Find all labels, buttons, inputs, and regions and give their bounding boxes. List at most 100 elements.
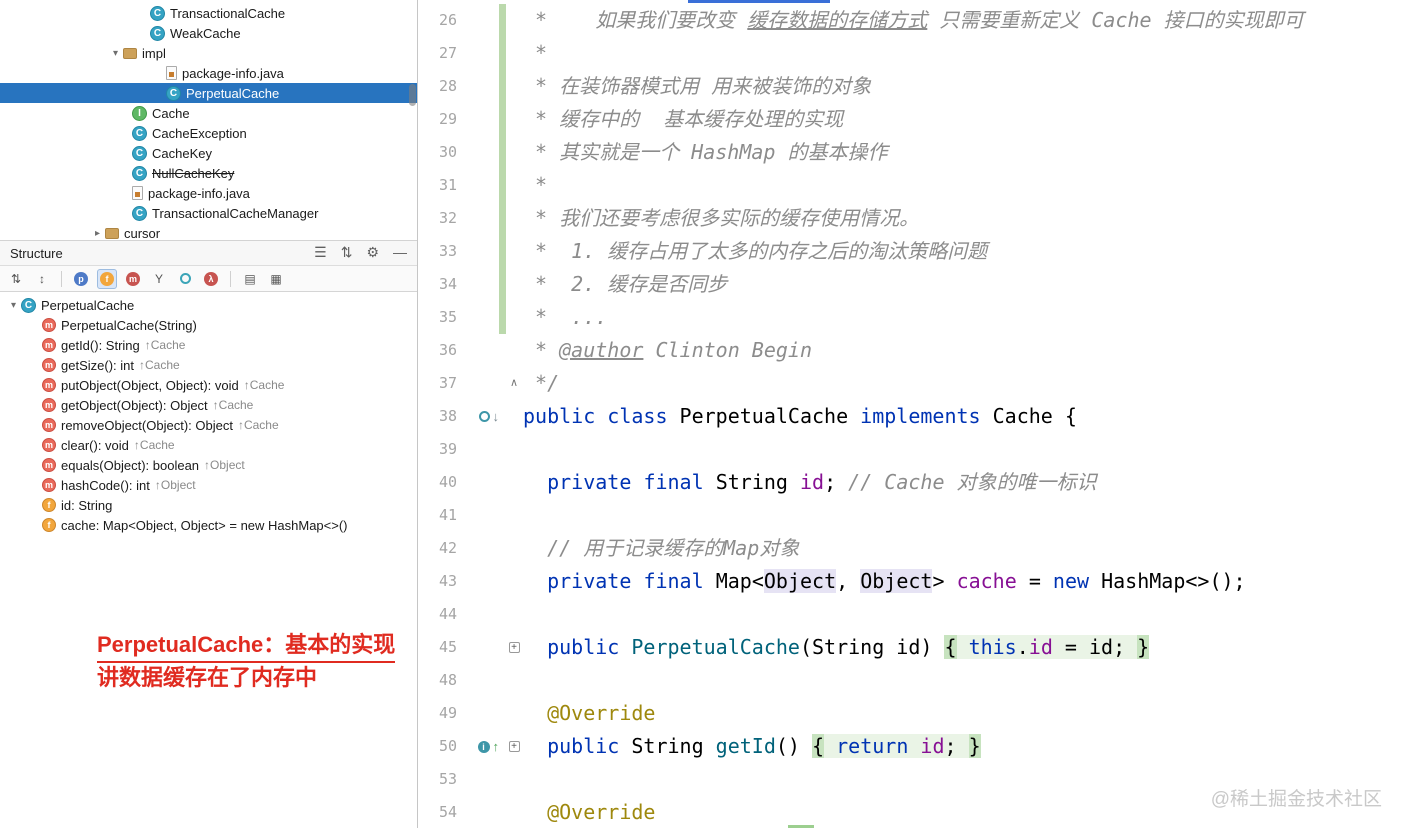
structure-item-putobject-object-object-void[interactable]: m putObject(Object, Object): void ↑Cache: [0, 375, 417, 395]
code-text[interactable]: private final Map<Object, Object> cache …: [521, 565, 1246, 598]
code-text[interactable]: [521, 598, 523, 631]
tree-item-transactionalcache[interactable]: C TransactionalCache: [0, 3, 417, 23]
code-text[interactable]: *: [521, 169, 547, 202]
tree-item-cacheexception[interactable]: C CacheException: [0, 123, 417, 143]
structure-item-equals-object-boolean[interactable]: m equals(Object): boolean ↑Object: [0, 455, 417, 475]
structure-item-id-string[interactable]: f id: String: [0, 495, 417, 515]
structure-item-getid-string[interactable]: m getId(): String ↑Cache: [0, 335, 417, 355]
code-text[interactable]: * 其实就是一个 HashMap 的基本操作: [521, 136, 887, 169]
code-text[interactable]: [521, 763, 523, 796]
line-number: 54: [438, 803, 457, 821]
change-marker: [499, 730, 506, 763]
token: >: [932, 569, 957, 593]
code-text[interactable]: private final String id; // Cache 对象的唯一标…: [521, 466, 1096, 499]
code-line-30: 30 * 其实就是一个 HashMap 的基本操作: [419, 136, 1404, 169]
show-inherited-icon[interactable]: [175, 269, 195, 289]
code-editor[interactable]: 26 * 如果我们要改变 缓存数据的存储方式 只需要重新定义 Cache 接口的…: [419, 0, 1404, 828]
code-text[interactable]: *: [521, 37, 547, 70]
structure-item-cache-map-object-object-new-hashmap[interactable]: f cache: Map<Object, Object> = new HashMa…: [0, 515, 417, 535]
gutter-icons: [461, 202, 499, 235]
tree-item-package-info-java[interactable]: package-info.java: [0, 63, 417, 83]
code-text[interactable]: * 1. 缓存占用了太多的内存之后的淘汰策略问题: [521, 235, 987, 268]
structure-item-removeobject-object-object[interactable]: m removeObject(Object): Object ↑Cache: [0, 415, 417, 435]
structure-item-perpetualcache[interactable]: ▾ C PerpetualCache: [0, 295, 417, 315]
code-text[interactable]: [521, 433, 523, 466]
tree-item-cachekey[interactable]: C CacheKey: [0, 143, 417, 163]
fold-end-icon[interactable]: ∧: [510, 377, 518, 389]
chevron-down-icon[interactable]: ▾: [6, 300, 21, 311]
line-number: 30: [438, 143, 457, 161]
tree-item-transactionalcachemanager[interactable]: C TransactionalCacheManager: [0, 203, 417, 223]
fold-expand-icon[interactable]: +: [508, 642, 520, 653]
settings-gear-icon[interactable]: ⚙: [366, 244, 379, 260]
show-fields-icon[interactable]: f: [97, 268, 117, 289]
view-options-icon[interactable]: ☰: [314, 244, 327, 260]
project-tree-scrollbar[interactable]: [409, 84, 416, 106]
gutter-icons: [461, 301, 499, 334]
inherited-from-label: ↑Cache: [133, 438, 175, 452]
code-text[interactable]: public PerpetualCache(String id) { this.…: [521, 631, 1150, 664]
token: *: [523, 41, 548, 65]
chevron-down-icon[interactable]: ▾: [108, 48, 123, 59]
code-text[interactable]: [521, 499, 523, 532]
change-marker: [499, 499, 506, 532]
tree-item-impl[interactable]: ▾ impl: [0, 43, 417, 63]
token: HashMap<>();: [1089, 569, 1246, 593]
show-lambdas-icon[interactable]: λ: [201, 269, 221, 289]
code-text[interactable]: public String getId() { return id; }: [521, 730, 981, 763]
line-number: 37: [438, 374, 457, 392]
code-text[interactable]: @Override: [521, 697, 655, 730]
implemented-marker-icon[interactable]: [478, 411, 490, 422]
change-marker: [499, 400, 506, 433]
fold-expand-icon[interactable]: +: [508, 741, 520, 752]
sort-icon[interactable]: ⇅: [341, 244, 353, 260]
method-icon: m: [42, 318, 56, 332]
group-by-type-icon[interactable]: ▦: [266, 269, 286, 289]
gutter-icons: [461, 433, 499, 466]
code-text[interactable]: * 2. 缓存是否同步: [521, 268, 727, 301]
chevron-right-icon[interactable]: ▸: [90, 228, 105, 239]
code-text[interactable]: public class PerpetualCache implements C…: [521, 400, 1077, 433]
tree-item-nullcachekey[interactable]: C NullCacheKey: [0, 163, 417, 183]
tree-item-cache[interactable]: I Cache: [0, 103, 417, 123]
code-line-50: 50 i ↑ + public String getId() { return id;…: [419, 730, 1404, 763]
show-properties-icon[interactable]: p: [71, 269, 91, 289]
fold-zone: [507, 763, 521, 796]
code-text[interactable]: * 在装饰器模式用 用来被装饰的对象: [521, 70, 871, 103]
change-marker: [499, 4, 506, 37]
code-line-27: 27 *: [419, 37, 1404, 70]
filter-icon[interactable]: Y: [149, 269, 169, 289]
show-inherited-icon-glyph: [179, 273, 191, 284]
tree-item-cursor[interactable]: ▸ cursor: [0, 223, 417, 241]
code-text[interactable]: */: [521, 367, 559, 400]
code-text[interactable]: * 我们还要考虑很多实际的缓存使用情况。: [521, 202, 919, 235]
tree-item-package-info-java[interactable]: package-info.java: [0, 183, 417, 203]
sort-by-visibility-icon[interactable]: ↕: [32, 269, 52, 289]
structure-item-perpetualcache-string[interactable]: m PerpetualCache(String): [0, 315, 417, 335]
token: private: [547, 569, 632, 593]
info-marker-icon[interactable]: i: [477, 740, 490, 753]
code-text[interactable]: [521, 664, 523, 697]
code-text[interactable]: * @author Clinton Begin: [521, 334, 812, 367]
code-text[interactable]: * 缓存中的 基本缓存处理的实现: [521, 103, 843, 136]
show-non-public-icon[interactable]: m: [123, 269, 143, 289]
tree-item-label: impl: [142, 45, 166, 61]
structure-item-getobject-object-object[interactable]: m getObject(Object): Object ↑Cache: [0, 395, 417, 415]
code-text[interactable]: * ...: [521, 301, 607, 334]
structure-item-clear-void[interactable]: m clear(): void ↑Cache: [0, 435, 417, 455]
sort-alphabetically-icon[interactable]: ⇅: [6, 269, 26, 289]
code-text[interactable]: * 如果我们要改变 缓存数据的存储方式 只需要重新定义 Cache 接口的实现即…: [521, 4, 1304, 37]
fold-zone: [507, 466, 521, 499]
hide-icon[interactable]: —: [393, 244, 407, 260]
code-text[interactable]: // 用于记录缓存的Map对象: [521, 532, 799, 565]
structure-item-hashcode-int[interactable]: m hashCode(): int ↑Object: [0, 475, 417, 495]
tree-item-perpetualcache[interactable]: C PerpetualCache: [0, 83, 417, 103]
group-methods-icon[interactable]: ▤: [240, 269, 260, 289]
structure-item-getsize-int[interactable]: m getSize(): int ↑Cache: [0, 355, 417, 375]
gutter-icons: i ↑: [461, 730, 499, 763]
code-text[interactable]: @Override: [521, 796, 655, 828]
tree-item-weakcache[interactable]: C WeakCache: [0, 23, 417, 43]
